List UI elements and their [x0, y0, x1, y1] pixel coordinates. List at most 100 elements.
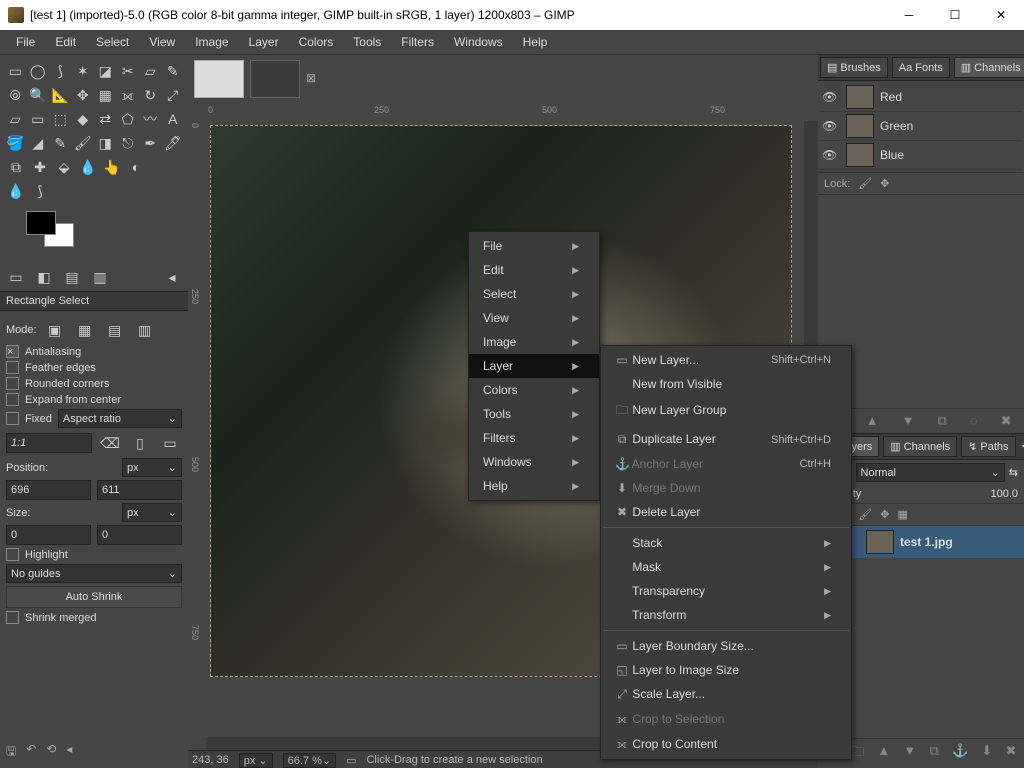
tab-misc1[interactable]: ▤ — [61, 266, 83, 288]
lock-brush-icon[interactable]: 🖌 — [858, 508, 872, 521]
menu-file[interactable]: File — [6, 33, 45, 51]
tool-transform[interactable]: ⬚ — [50, 108, 71, 130]
tab-fonts[interactable]: AaFonts — [892, 57, 950, 78]
tool-rotate[interactable]: ↻ — [140, 84, 161, 106]
restore-icon[interactable]: ↶ — [26, 742, 36, 763]
layer-del-icon[interactable]: ✖ — [1005, 743, 1016, 765]
tool-foreground[interactable]: ▱ — [140, 60, 161, 82]
tool-shear[interactable]: ▱ — [5, 108, 26, 130]
ratio-landscape-icon[interactable]: ▭ — [159, 432, 181, 454]
tool-clone[interactable]: ⧉ — [5, 156, 27, 178]
ctx-new-layer-group[interactable]: 🗀 New Layer Group — [601, 396, 851, 427]
ctx-new-layer[interactable]: ▭ New Layer...Shift+Ctrl+N — [601, 348, 851, 372]
tool-smudge[interactable]: 👆 — [101, 156, 123, 178]
tab-tool-options[interactable]: ▭ — [5, 266, 27, 288]
tool-extra2[interactable]: ⟆ — [29, 180, 51, 202]
ctx-filters[interactable]: Filters▶ — [469, 426, 599, 450]
tool-free-select[interactable]: ⟆ — [50, 60, 71, 82]
layer-anchor-icon[interactable]: ⚓ — [952, 743, 968, 765]
rounded-checkbox[interactable] — [6, 377, 19, 390]
ratio-portrait-icon[interactable]: ▯ — [129, 432, 151, 454]
tool-paths[interactable]: ✎ — [163, 60, 184, 82]
ctx-help[interactable]: Help▶ — [469, 474, 599, 498]
ctx-new-from-visible[interactable]: New from Visible — [601, 372, 851, 396]
ruler-horizontal[interactable]: 0 250 500 750 1000 — [206, 103, 804, 122]
tool-heal[interactable]: ✚ — [29, 156, 51, 178]
lock-move-icon[interactable]: ✥ — [880, 508, 889, 521]
menu-colors[interactable]: Colors — [289, 33, 344, 51]
tab-misc2[interactable]: ▥ — [89, 266, 111, 288]
ctx-tools[interactable]: Tools▶ — [469, 402, 599, 426]
tool-by-color[interactable]: ◪ — [95, 60, 116, 82]
ctx-transform[interactable]: Transform▶ — [601, 603, 851, 627]
ctx-image[interactable]: Image▶ — [469, 330, 599, 354]
ch-dup-icon[interactable]: ⧉ — [938, 413, 947, 429]
tool-flip[interactable]: ⇄ — [95, 108, 116, 130]
feather-checkbox[interactable] — [6, 361, 19, 374]
ctx-delete-layer[interactable]: ✖ Delete Layer — [601, 500, 851, 524]
tool-blur[interactable]: 💧 — [77, 156, 99, 178]
sizey-input[interactable]: 0 — [97, 525, 182, 545]
highlight-checkbox[interactable] — [6, 548, 19, 561]
tool-handle[interactable]: ◆ — [73, 108, 94, 130]
tab-menu-icon[interactable]: ◂ — [1018, 434, 1024, 459]
autoshrink-button[interactable]: Auto Shrink — [6, 586, 182, 608]
antialias-close-icon[interactable]: × — [6, 345, 19, 358]
status-zoom-select[interactable]: 66.7 %⌄ — [283, 753, 336, 768]
size-unit-select[interactable]: px⌄ — [122, 503, 182, 522]
tool-crop[interactable]: ⟗ — [118, 84, 139, 106]
tool-move[interactable]: ✥ — [73, 84, 94, 106]
ctx-duplicate-layer[interactable]: ⧉ Duplicate LayerShift+Ctrl+D — [601, 427, 851, 452]
tool-warp[interactable]: 〰 — [140, 108, 161, 130]
layer-group-icon[interactable]: 🗀 — [851, 743, 864, 765]
tool-scale[interactable]: ⤢ — [163, 84, 184, 106]
tool-text[interactable]: A — [163, 108, 184, 130]
menu-image[interactable]: Image — [185, 33, 238, 51]
mode-add-icon[interactable]: ▦ — [74, 319, 96, 341]
ctx-colors[interactable]: Colors▶ — [469, 378, 599, 402]
ctx-scale-layer[interactable]: ⤢ Scale Layer... — [601, 682, 851, 707]
ctx-layer-boundary[interactable]: ▭ Layer Boundary Size... — [601, 634, 851, 658]
tab-device[interactable]: ◧ — [33, 266, 55, 288]
tool-scissors[interactable]: ✂ — [118, 60, 139, 82]
lock-move-icon[interactable]: ✥ — [880, 177, 889, 190]
aspect-select[interactable]: Aspect ratio⌄ — [58, 409, 182, 428]
tool-perspective[interactable]: ▭ — [28, 108, 49, 130]
sizex-input[interactable]: 0 — [6, 525, 91, 545]
mode-replace-icon[interactable]: ▣ — [44, 319, 66, 341]
opacity-value[interactable]: 100.0 — [990, 488, 1018, 500]
tool-zoom[interactable]: 🔍 — [28, 84, 49, 106]
eye-icon[interactable]: 👁 — [822, 119, 840, 133]
menu-layer[interactable]: Layer — [239, 33, 289, 51]
tool-perspective-clone[interactable]: ⬙ — [53, 156, 75, 178]
ctx-mask[interactable]: Mask▶ — [601, 555, 851, 579]
eye-icon[interactable]: 👁 — [822, 148, 840, 162]
ch-down-icon[interactable]: ▼ — [902, 413, 915, 429]
tool-extra1[interactable]: 💧 — [5, 180, 27, 202]
mode-subtract-icon[interactable]: ▤ — [104, 319, 126, 341]
posx-input[interactable]: 696 — [6, 480, 91, 500]
menu-windows[interactable]: Windows — [444, 33, 513, 51]
layer-merge-icon[interactable]: ⬇ — [981, 743, 992, 765]
tool-paintbrush[interactable]: 🖌 — [73, 132, 94, 154]
ctx-file[interactable]: File▶ — [469, 234, 599, 258]
tool-rect-select[interactable]: ▭ — [5, 60, 26, 82]
tab-channels-2[interactable]: ▥Channels — [883, 436, 957, 457]
ctx-select[interactable]: Select▶ — [469, 282, 599, 306]
channel-row[interactable]: 👁Green — [820, 112, 1022, 141]
mode-swap-icon[interactable]: ⇆ — [1009, 466, 1018, 479]
menu-help[interactable]: Help — [513, 33, 558, 51]
ch-up-icon[interactable]: ▲ — [866, 413, 879, 429]
tab-paths[interactable]: ↯Paths — [961, 436, 1015, 457]
eye-icon[interactable]: 👁 — [822, 90, 840, 104]
tab-menu-icon[interactable]: ◂ — [161, 266, 183, 288]
tool-cage[interactable]: ⬠ — [118, 108, 139, 130]
layer-name[interactable]: test 1.jpg — [900, 535, 953, 549]
layer-dup-icon[interactable]: ⧉ — [929, 743, 938, 765]
fixed-checkbox[interactable] — [6, 412, 19, 425]
ctx-crop-to-content[interactable]: ⟗ Crop to Content — [601, 732, 851, 757]
menu-edit[interactable]: Edit — [45, 33, 86, 51]
lock-brush-icon[interactable]: 🖌 — [858, 177, 872, 190]
ctx-windows[interactable]: Windows▶ — [469, 450, 599, 474]
mode-intersect-icon[interactable]: ▥ — [134, 319, 156, 341]
